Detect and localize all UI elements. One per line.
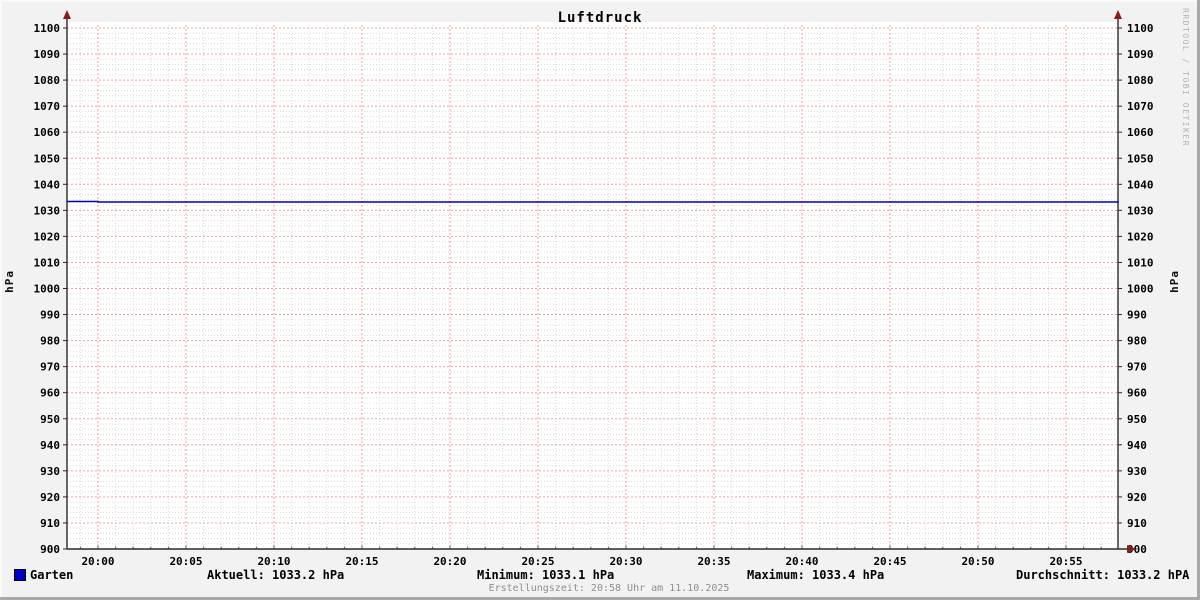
y-tick-label-left: 980 xyxy=(40,335,60,348)
y-tick-label-right: 930 xyxy=(1127,465,1147,478)
y-tick-label-left: 1090 xyxy=(34,48,61,61)
y-tick-label-left: 1070 xyxy=(34,100,61,113)
y-tick-label-right: 1030 xyxy=(1127,204,1154,217)
series-label: Garten xyxy=(30,568,74,582)
y-axis-label-left: hPa xyxy=(3,270,16,293)
y-tick-label-right: 1060 xyxy=(1127,126,1154,139)
y-tick-label-right: 980 xyxy=(1127,335,1147,348)
y-tick-label-right: 1070 xyxy=(1127,100,1154,113)
x-tick-label: 20:40 xyxy=(785,555,818,568)
y-tick-label-left: 1000 xyxy=(34,283,61,296)
y-tick-label-left: 1010 xyxy=(34,256,61,269)
y-tick-label-left: 960 xyxy=(40,387,60,400)
pressure-series-line xyxy=(67,200,1119,203)
y-tick-label-right: 950 xyxy=(1127,413,1147,426)
y-tick-label-left: 1040 xyxy=(34,178,61,191)
stat-current: Aktuell: 1033.2 hPa xyxy=(207,568,345,582)
x-tick-label: 20:55 xyxy=(1049,555,1082,568)
y-tick-label-left: 990 xyxy=(40,309,60,322)
x-tick-label: 20:20 xyxy=(433,555,466,568)
y-tick-label-right: 1090 xyxy=(1127,48,1154,61)
y-tick-label-right: 1020 xyxy=(1127,230,1154,243)
arrow-up-left xyxy=(63,10,71,19)
y-tick-label-right: 1040 xyxy=(1127,178,1154,191)
y-tick-label-right: 1000 xyxy=(1127,283,1154,296)
y-tick-label-left: 1050 xyxy=(34,152,61,165)
y-tick-label-left: 1020 xyxy=(34,230,61,243)
y-tick-label-right: 920 xyxy=(1127,491,1147,504)
x-tick-label: 20:50 xyxy=(961,555,994,568)
y-tick-label-left: 950 xyxy=(40,413,60,426)
y-tick-label-right: 990 xyxy=(1127,309,1147,322)
y-tick-label-left: 900 xyxy=(40,543,60,556)
y-tick-label-right: 1100 xyxy=(1127,22,1154,35)
series-color-swatch xyxy=(14,569,26,581)
y-tick-label-left: 910 xyxy=(40,517,60,530)
y-tick-label-left: 1060 xyxy=(34,126,61,139)
y-tick-label-left: 940 xyxy=(40,439,60,452)
y-tick-label-right: 970 xyxy=(1127,361,1147,374)
y-tick-label-left: 930 xyxy=(40,465,60,478)
y-tick-label-left: 1100 xyxy=(34,22,61,35)
y-tick-label-right: 940 xyxy=(1127,439,1147,452)
x-tick-label: 20:15 xyxy=(345,555,378,568)
rrdtool-pressure-graph: { "title": "Luftdruck", "watermark": "RR… xyxy=(0,0,1200,600)
generation-timestamp: Erstellungszeit: 20:58 Uhr am 11.10.2025 xyxy=(488,583,730,594)
stat-average: Durchschnitt: 1033.2 hPA xyxy=(1016,568,1190,582)
x-tick-label: 20:45 xyxy=(873,555,906,568)
y-tick-label-left: 1030 xyxy=(34,204,61,217)
y-axis-label-right: hPa xyxy=(1168,270,1181,293)
arrow-up-right xyxy=(1114,10,1122,19)
pressure-chart-canvas: 900 900910 910920 920930 930940 940950 950960 9… xyxy=(34,10,1154,568)
y-tick-label-left: 920 xyxy=(40,491,60,504)
x-tick-label: 20:10 xyxy=(257,555,290,568)
x-tick-label: 20:30 xyxy=(609,555,642,568)
y-tick-label-right: 1010 xyxy=(1127,256,1154,269)
x-tick-label: 20:25 xyxy=(521,555,554,568)
x-tick-label: 20:35 xyxy=(697,555,730,568)
stat-minimum: Minimum: 1033.1 hPa xyxy=(477,568,615,582)
rrdtool-watermark: RRDTOOL / TOBI OETIKER xyxy=(1181,8,1190,147)
y-tick-label-left: 970 xyxy=(40,361,60,374)
y-tick-label-right: 910 xyxy=(1127,517,1147,530)
y-tick-label-right: 1080 xyxy=(1127,74,1154,87)
x-tick-label: 20:00 xyxy=(81,555,114,568)
stat-maximum: Maximum: 1033.4 hPa xyxy=(747,568,885,582)
y-tick-label-right: 1050 xyxy=(1127,152,1154,165)
x-tick-label: 20:05 xyxy=(169,555,202,568)
y-tick-label-right: 960 xyxy=(1127,387,1147,400)
y-tick-label-left: 1080 xyxy=(34,74,61,87)
